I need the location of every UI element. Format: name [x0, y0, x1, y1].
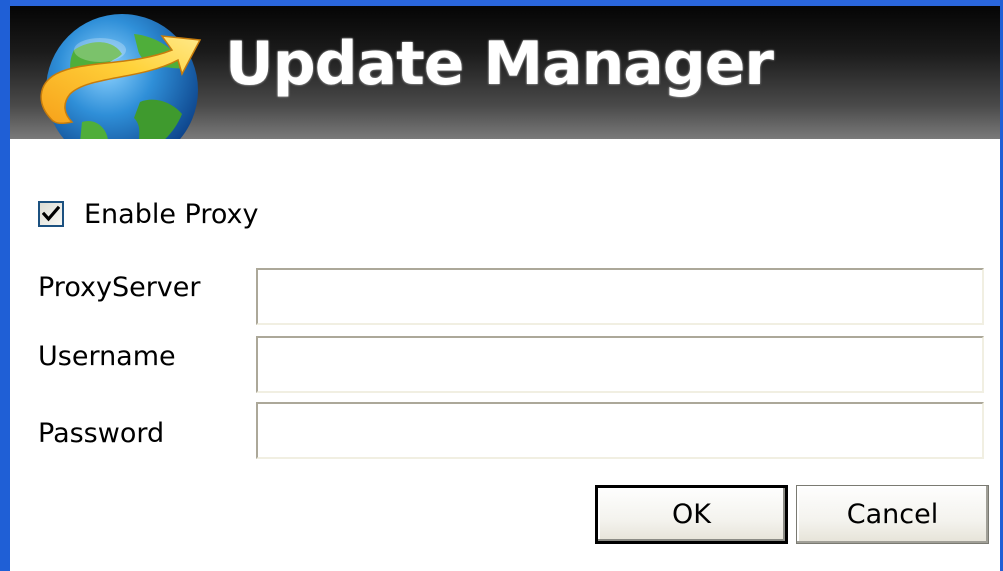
proxy-server-label: ProxyServer: [38, 272, 201, 303]
password-input[interactable]: [256, 402, 984, 459]
cancel-button[interactable]: Cancel: [796, 485, 989, 544]
header-banner: Update Manager: [10, 6, 1000, 139]
username-label: Username: [38, 341, 176, 372]
ok-button[interactable]: OK: [595, 485, 788, 544]
enable-proxy-checkbox[interactable]: [38, 201, 64, 227]
window-frame-left: [0, 0, 10, 571]
proxy-server-input[interactable]: [256, 268, 984, 325]
password-label: Password: [38, 418, 165, 449]
app-title: Update Manager: [225, 29, 774, 99]
enable-proxy-row[interactable]: Enable Proxy: [38, 198, 259, 230]
checkmark-icon: [42, 205, 60, 222]
update-manager-dialog: Update Manager Enable Proxy ProxyServer …: [0, 0, 1003, 571]
username-input[interactable]: [256, 336, 984, 393]
globe-update-arrow-icon: [22, 10, 212, 139]
enable-proxy-label[interactable]: Enable Proxy: [84, 199, 259, 230]
